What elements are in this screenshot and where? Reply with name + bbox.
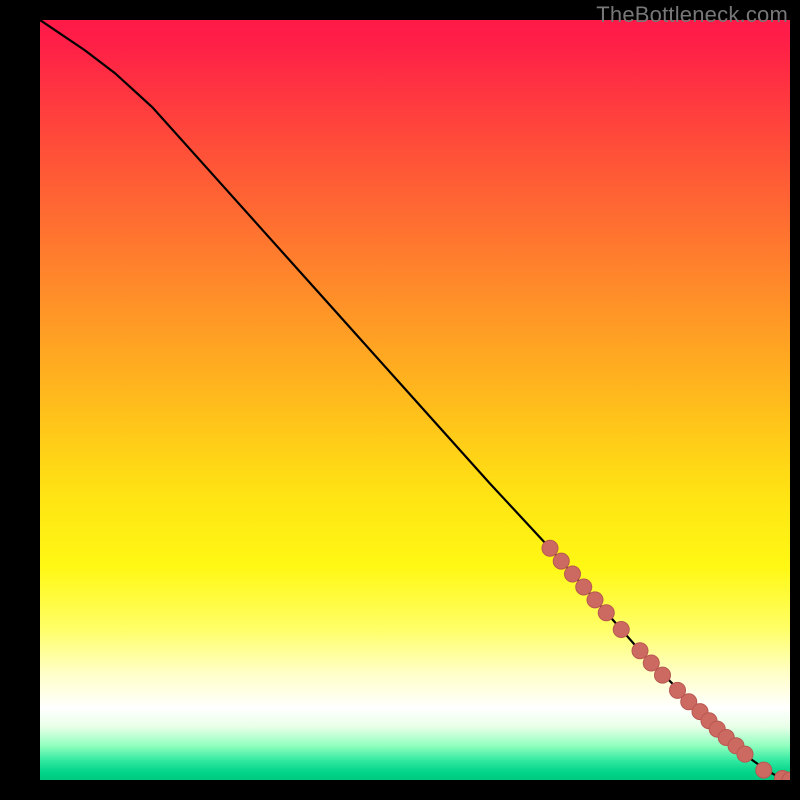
plot-area <box>40 20 790 780</box>
data-point <box>542 540 558 556</box>
data-point <box>756 762 772 778</box>
data-point <box>737 746 753 762</box>
data-point <box>643 655 659 671</box>
chart-frame: TheBottleneck.com <box>0 0 800 800</box>
data-point <box>613 622 629 638</box>
data-point <box>587 592 603 608</box>
watermark-text: TheBottleneck.com <box>596 2 788 28</box>
data-point <box>632 643 648 659</box>
data-point <box>553 553 569 569</box>
data-point <box>598 605 614 621</box>
data-point <box>576 579 592 595</box>
chart-svg <box>40 20 790 780</box>
data-point <box>565 566 581 582</box>
data-point <box>655 667 671 683</box>
